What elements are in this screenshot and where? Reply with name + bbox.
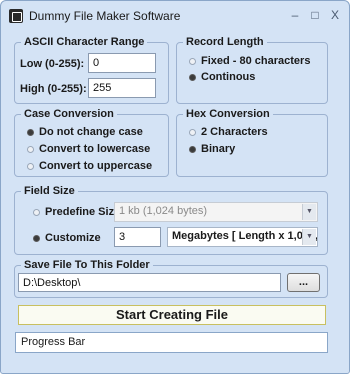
- window-title: Dummy File Maker Software: [29, 9, 181, 23]
- save-folder-group: Save File To This Folder ...: [14, 259, 328, 298]
- low-label: Low (0-255):: [20, 58, 85, 70]
- case-conversion-title: Case Conversion: [21, 108, 117, 120]
- continous-radio[interactable]: [189, 74, 196, 81]
- maximize-button[interactable]: □: [307, 7, 323, 23]
- ascii-range-title: ASCII Character Range: [21, 36, 148, 48]
- folder-path-input[interactable]: [18, 273, 281, 292]
- chevron-down-icon[interactable]: ▼: [302, 204, 316, 220]
- progress-bar: Progress Bar: [15, 332, 328, 353]
- lowercase-label[interactable]: Convert to lowercase: [39, 143, 150, 155]
- browse-button[interactable]: ...: [287, 273, 320, 292]
- fixed-radio[interactable]: [189, 58, 196, 65]
- uppercase-label[interactable]: Convert to uppercase: [39, 160, 152, 172]
- case-conversion-group: Case Conversion Do not change case Conve…: [14, 108, 169, 177]
- continous-label[interactable]: Continous: [201, 71, 255, 83]
- customize-label[interactable]: Customize: [45, 232, 101, 244]
- predefine-size-select[interactable]: 1 kb (1,024 bytes) ▼: [114, 202, 318, 222]
- binary-label[interactable]: Binary: [201, 143, 235, 155]
- app-window: Dummy File Maker Software – □ X ASCII Ch…: [0, 0, 350, 374]
- close-button[interactable]: X: [327, 7, 343, 23]
- field-size-title: Field Size: [21, 185, 78, 197]
- hex-conversion-title: Hex Conversion: [183, 108, 273, 120]
- high-input[interactable]: [88, 78, 156, 98]
- no-change-case-radio[interactable]: [27, 129, 34, 136]
- uppercase-radio[interactable]: [27, 163, 34, 170]
- field-size-group: Field Size Predefine Size 1 kb (1,024 by…: [14, 185, 328, 255]
- hex-conversion-group: Hex Conversion 2 Characters Binary: [176, 108, 328, 177]
- unit-value: Megabytes [ Length x 1,048,57: [172, 230, 318, 242]
- no-change-case-label[interactable]: Do not change case: [39, 126, 143, 138]
- start-creating-file-button[interactable]: Start Creating File: [18, 305, 326, 325]
- high-label: High (0-255):: [20, 83, 87, 95]
- progress-bar-label: Progress Bar: [21, 336, 86, 348]
- chevron-down-icon[interactable]: ▼: [302, 229, 316, 245]
- save-folder-title: Save File To This Folder: [21, 259, 153, 271]
- predefine-size-label[interactable]: Predefine Size: [45, 206, 120, 218]
- customize-radio[interactable]: [33, 235, 40, 242]
- two-characters-label[interactable]: 2 Characters: [201, 126, 268, 138]
- record-length-title: Record Length: [183, 36, 267, 48]
- low-input[interactable]: [88, 53, 156, 73]
- predefine-size-value: 1 kb (1,024 bytes): [119, 205, 208, 217]
- binary-radio[interactable]: [189, 146, 196, 153]
- minimize-button[interactable]: –: [287, 7, 303, 23]
- unit-select[interactable]: Megabytes [ Length x 1,048,57 ▼: [167, 227, 318, 247]
- customize-input[interactable]: [114, 227, 161, 247]
- title-bar: Dummy File Maker Software – □ X: [1, 1, 349, 31]
- two-characters-radio[interactable]: [189, 129, 196, 136]
- lowercase-radio[interactable]: [27, 146, 34, 153]
- predefine-size-radio[interactable]: [33, 209, 40, 216]
- ascii-range-group: ASCII Character Range Low (0-255): High …: [14, 36, 169, 104]
- fixed-label[interactable]: Fixed - 80 characters: [201, 55, 310, 67]
- app-icon: [9, 9, 23, 23]
- record-length-group: Record Length Fixed - 80 characters Cont…: [176, 36, 328, 104]
